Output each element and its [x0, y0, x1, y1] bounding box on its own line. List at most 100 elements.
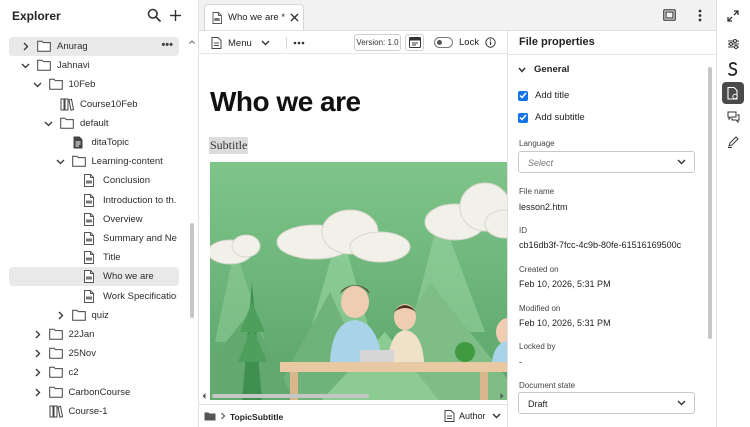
version-history-button[interactable] — [405, 34, 424, 51]
file-name-label: File name — [519, 187, 555, 196]
id-label: ID — [519, 226, 527, 235]
properties-scrollbar[interactable] — [707, 65, 713, 425]
tree-item-introduction-to-th[interactable]: Introduction to th... — [9, 191, 179, 210]
scroll-right-icon[interactable] — [499, 392, 505, 400]
tree-item-who-we-are[interactable]: Who we are — [9, 267, 179, 287]
language-label: Language — [519, 139, 555, 148]
tree-item-c2[interactable]: c2 — [9, 363, 179, 382]
menu-button[interactable]: Menu — [211, 35, 270, 51]
more-vertical-icon[interactable] — [692, 7, 708, 23]
document-canvas[interactable]: Who we are Subtitle — [199, 55, 507, 400]
tree-item-work-specification[interactable]: Work Specification... — [9, 287, 179, 306]
lock-toggle[interactable] — [434, 37, 453, 48]
tree-item-anurag[interactable]: Anurag ••• — [9, 37, 179, 56]
chevron-down-icon[interactable] — [56, 157, 65, 166]
chevron-right-icon[interactable] — [21, 42, 30, 51]
tree-item-label: Anurag — [57, 41, 88, 52]
status-bar: TopicSubtitle Author — [199, 404, 507, 427]
created-value: Feb 10, 2026, 5:31 PM — [519, 279, 611, 289]
close-icon[interactable] — [290, 13, 299, 22]
settings-sliders-icon[interactable] — [722, 33, 744, 55]
document-state-select[interactable]: Draft — [518, 392, 695, 414]
topic-icon — [83, 193, 97, 207]
tree-item-conclusion[interactable]: Conclusion — [9, 171, 179, 190]
chevron-right-icon[interactable] — [56, 311, 65, 320]
modified-label: Modified on — [519, 304, 561, 313]
chevron-down-icon[interactable] — [33, 80, 42, 89]
more-options-icon[interactable]: ••• — [161, 39, 173, 51]
tree-item-course-1[interactable]: Course-1 — [9, 402, 179, 421]
expand-icon[interactable] — [722, 5, 744, 27]
tree-item-label: c2 — [68, 367, 79, 379]
tree-item-label: 25Nov — [68, 348, 96, 360]
language-select[interactable]: Select — [518, 151, 695, 173]
checkbox-checked-icon — [518, 112, 528, 123]
style-icon[interactable] — [722, 58, 744, 80]
folder-icon — [48, 366, 63, 379]
id-value: cb16db3f-7fcc-4c9b-80fe-61516169500c — [519, 240, 682, 250]
breadcrumb[interactable]: TopicSubtitle — [230, 412, 283, 422]
tree-item-summary-and-ne[interactable]: Summary and Ne... — [9, 229, 179, 248]
add-title-checkbox[interactable]: Add title — [518, 90, 569, 101]
document-icon — [72, 136, 86, 149]
author-mode-label: Author — [459, 411, 486, 421]
add-subtitle-checkbox[interactable]: Add subtitle — [518, 112, 585, 123]
scroll-up-icon[interactable] — [188, 38, 196, 46]
properties-scroll-thumb[interactable] — [708, 67, 712, 339]
explorer-scrollbar[interactable] — [188, 38, 196, 423]
author-mode-dropdown[interactable]: Author — [444, 410, 501, 422]
tree-item-label: Title — [103, 252, 121, 264]
add-icon[interactable] — [166, 6, 184, 24]
chevron-right-icon[interactable] — [33, 330, 42, 339]
tree-item-label: CarbonCourse — [68, 386, 131, 398]
chevron-down-icon — [677, 400, 686, 406]
search-icon[interactable] — [145, 6, 163, 24]
general-section-toggle[interactable]: General — [518, 64, 569, 75]
general-section-label: General — [534, 64, 570, 75]
folder-icon — [60, 117, 74, 130]
explorer-scroll-thumb[interactable] — [190, 223, 194, 318]
language-placeholder: Select — [528, 158, 554, 168]
illustration-image[interactable] — [210, 162, 507, 400]
document-hscroll-thumb[interactable] — [212, 394, 369, 398]
locked-by-value: - — [519, 357, 522, 367]
tree-item-quiz[interactable]: quiz — [9, 306, 179, 325]
breadcrumb-root-icon[interactable] — [204, 411, 216, 421]
tree-item-10feb[interactable]: 10Feb — [9, 75, 179, 94]
more-horizontal-icon[interactable] — [293, 41, 305, 45]
chevron-down-icon[interactable] — [21, 61, 30, 70]
toolbar-divider — [286, 37, 287, 49]
tree-item-jahnavi[interactable]: Jahnavi — [9, 56, 179, 75]
tree-item-learning-content[interactable]: Learning-content — [9, 152, 179, 171]
explorer-title: Explorer — [12, 9, 61, 23]
tree-item-title[interactable]: Title — [9, 248, 179, 267]
tree-item-label: Summary and Ne... — [103, 233, 177, 244]
tree-item-overview[interactable]: Overview — [9, 210, 179, 229]
chevron-right-icon[interactable] — [33, 388, 42, 397]
edit-pen-icon[interactable] — [722, 131, 744, 153]
split-view-icon[interactable] — [661, 7, 677, 23]
scroll-left-icon[interactable] — [201, 392, 207, 400]
chevron-right-icon — [220, 412, 226, 420]
tree-item-default[interactable]: default — [9, 114, 179, 133]
document-subtitle[interactable]: Subtitle — [209, 137, 249, 154]
file-properties-icon[interactable] — [722, 82, 744, 104]
topic-icon — [83, 270, 97, 284]
tree-item-label: Who we are — [103, 271, 154, 283]
tree-item-25nov[interactable]: 25Nov — [9, 344, 179, 363]
chevron-right-icon[interactable] — [33, 368, 42, 377]
info-icon[interactable] — [485, 37, 496, 48]
locked-by-label: Locked by — [519, 342, 556, 351]
document-title[interactable]: Who we are — [210, 86, 361, 118]
chevron-down-icon[interactable] — [44, 119, 53, 128]
tree-item-carboncourse[interactable]: CarbonCourse — [9, 383, 179, 402]
chevron-right-icon[interactable] — [33, 349, 42, 358]
tree-item-course10feb[interactable]: Course10Feb — [9, 95, 179, 114]
tab-who-we-are[interactable]: Who we are * — [204, 4, 304, 30]
comments-icon[interactable] — [722, 106, 744, 128]
modified-value: Feb 10, 2026, 5:31 PM — [519, 318, 611, 328]
document-hscrollbar[interactable] — [199, 392, 507, 401]
topic-icon — [83, 289, 97, 303]
tree-item-22jan[interactable]: 22Jan — [9, 325, 179, 344]
tree-item-ditatopic[interactable]: ditaTopic — [9, 133, 179, 152]
